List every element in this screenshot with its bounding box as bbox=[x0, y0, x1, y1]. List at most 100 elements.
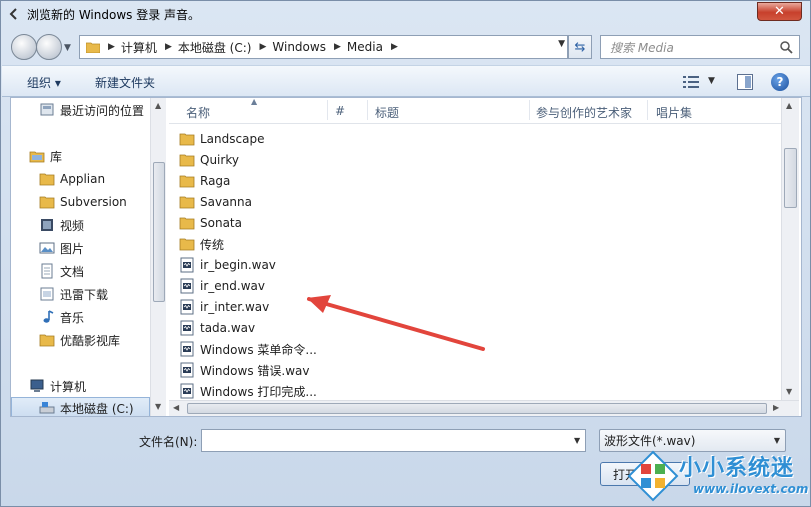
file-list-item[interactable]: Sonata bbox=[179, 213, 242, 233]
file-list-item[interactable]: Quirky bbox=[179, 150, 239, 170]
file-list-item[interactable]: Savanna bbox=[179, 192, 252, 212]
sidebar-item-computer[interactable]: 计算机 bbox=[29, 375, 86, 397]
sidebar-item-thunder-downloads[interactable]: 迅雷下载 bbox=[39, 283, 108, 305]
sidebar-item-label: 视频 bbox=[60, 218, 85, 233]
file-list-item[interactable]: Raga bbox=[179, 171, 230, 191]
preview-pane-icon[interactable] bbox=[737, 74, 753, 90]
sidebar-item-label: 图片 bbox=[60, 241, 85, 256]
file-list-item[interactable]: ir_inter.wav bbox=[179, 297, 269, 317]
close-button[interactable]: ✕ bbox=[757, 2, 802, 21]
download-icon bbox=[40, 287, 54, 301]
column-header-title[interactable]: 标题 bbox=[375, 104, 399, 121]
organize-menu-button[interactable]: 组织 ▾ bbox=[27, 74, 61, 91]
folder-icon bbox=[39, 334, 55, 347]
breadcrumb-separator-icon[interactable]: ▶ bbox=[108, 42, 115, 52]
help-icon[interactable]: ? bbox=[771, 73, 789, 91]
file-name: Windows 菜单命令... bbox=[200, 342, 317, 357]
sidebar-item-documents[interactable]: 文档 bbox=[39, 260, 84, 282]
breadcrumb-computer[interactable]: 计算机 bbox=[121, 39, 157, 56]
breadcrumb-separator-icon[interactable]: ▶ bbox=[165, 42, 172, 52]
file-name: ir_begin.wav bbox=[200, 258, 276, 272]
sidebar-item-applian[interactable]: Applian bbox=[39, 168, 105, 190]
navigation-pane-scrollbar[interactable]: ▲ ▼ bbox=[150, 98, 166, 416]
audio-file-icon bbox=[180, 341, 194, 357]
new-folder-button[interactable]: 新建文件夹 bbox=[95, 74, 155, 91]
column-divider[interactable] bbox=[367, 100, 368, 120]
column-header-artist[interactable]: 参与创作的艺术家 bbox=[536, 104, 632, 121]
search-input[interactable]: 搜索 Media bbox=[600, 35, 800, 59]
audio-file-icon bbox=[180, 299, 194, 315]
breadcrumb-windows[interactable]: Windows bbox=[272, 40, 326, 54]
scrollbar-thumb[interactable] bbox=[187, 403, 767, 414]
scroll-down-icon[interactable]: ▼ bbox=[786, 387, 792, 396]
back-button[interactable] bbox=[11, 34, 37, 60]
filename-input[interactable] bbox=[201, 429, 586, 452]
browser-content: 最近访问的位置 库 Applian Subversion 视频 图片 文档 迅雷… bbox=[10, 97, 802, 417]
column-header-number[interactable]: # bbox=[335, 104, 345, 118]
breadcrumb-local-disk[interactable]: 本地磁盘 (C:) bbox=[178, 39, 252, 56]
file-name: Savanna bbox=[200, 195, 252, 209]
sidebar-item-pictures[interactable]: 图片 bbox=[39, 237, 84, 259]
file-list-vertical-scrollbar[interactable]: ▲ ▼ bbox=[781, 98, 799, 400]
sidebar-item-library[interactable]: 库 bbox=[29, 145, 62, 167]
audio-file-icon bbox=[180, 278, 194, 294]
scrollbar-thumb[interactable] bbox=[784, 148, 797, 208]
scroll-up-icon[interactable]: ▲ bbox=[786, 101, 792, 110]
breadcrumb-separator-icon[interactable]: ▶ bbox=[334, 42, 341, 52]
search-icon[interactable] bbox=[779, 40, 793, 54]
view-dropdown-icon[interactable]: ▼ bbox=[708, 76, 715, 86]
column-divider[interactable] bbox=[529, 100, 530, 120]
music-icon bbox=[43, 310, 54, 323]
recent-pages-dropdown-icon[interactable]: ▼ bbox=[64, 43, 71, 53]
view-options-icon[interactable] bbox=[683, 75, 699, 89]
breadcrumb-media[interactable]: Media bbox=[347, 40, 383, 54]
file-list-horizontal-scrollbar[interactable]: ◀ ▶ bbox=[169, 400, 799, 416]
refresh-icon: ⇆ bbox=[574, 39, 586, 55]
scroll-down-icon[interactable]: ▼ bbox=[155, 402, 161, 411]
sidebar-item-subversion[interactable]: Subversion bbox=[39, 191, 127, 213]
sidebar-item-label: 迅雷下载 bbox=[60, 287, 109, 302]
breadcrumb-separator-icon[interactable]: ▶ bbox=[391, 42, 398, 52]
file-list-item[interactable]: ir_begin.wav bbox=[179, 255, 276, 275]
scroll-left-icon[interactable]: ◀ bbox=[173, 403, 179, 412]
audio-file-icon bbox=[180, 257, 194, 273]
file-list-item[interactable]: Windows 错误.wav bbox=[179, 360, 309, 380]
sidebar-item-recent-places[interactable]: 最近访问的位置 bbox=[39, 99, 144, 121]
file-list-item[interactable]: 传统 bbox=[179, 234, 224, 254]
file-list-item[interactable]: tada.wav bbox=[179, 318, 255, 338]
sidebar-item-label: 优酷影视库 bbox=[60, 333, 121, 348]
file-name: tada.wav bbox=[200, 321, 256, 335]
file-name: Windows 打印完成... bbox=[200, 384, 317, 399]
folder-icon bbox=[39, 173, 55, 186]
forward-button[interactable] bbox=[36, 34, 62, 60]
column-divider[interactable] bbox=[327, 100, 328, 120]
sidebar-item-youku-library[interactable]: 优酷影视库 bbox=[39, 329, 120, 351]
refresh-button[interactable]: ⇆ bbox=[568, 35, 592, 59]
title-bar: 浏览新的 Windows 登录 声音。 ✕ bbox=[1, 1, 810, 27]
scroll-right-icon[interactable]: ▶ bbox=[773, 403, 779, 412]
chevron-down-icon[interactable]: ▼ bbox=[774, 436, 780, 445]
file-list-item[interactable]: Windows 打印完成... bbox=[179, 381, 317, 401]
column-divider[interactable] bbox=[647, 100, 648, 120]
sidebar-item-local-disk[interactable]: 本地磁盘 (C:) bbox=[11, 397, 150, 416]
library-icon bbox=[29, 151, 45, 163]
breadcrumb-separator-icon[interactable]: ▶ bbox=[259, 42, 266, 52]
scroll-up-icon[interactable]: ▲ bbox=[155, 101, 161, 110]
address-dropdown-icon[interactable]: ▼ bbox=[558, 39, 565, 49]
scrollbar-thumb[interactable] bbox=[153, 162, 165, 302]
column-header-album[interactable]: 唱片集 bbox=[656, 104, 692, 121]
watermark-url: www.ilovext.com bbox=[693, 482, 809, 496]
sidebar-item-label: 文档 bbox=[60, 264, 85, 279]
folder-icon bbox=[179, 217, 195, 230]
recent-places-icon bbox=[40, 103, 54, 116]
sidebar-item-music[interactable]: 音乐 bbox=[39, 306, 84, 328]
sort-ascending-icon: ▲ bbox=[251, 97, 258, 106]
address-bar[interactable]: ▶ 计算机 ▶ 本地磁盘 (C:) ▶ Windows ▶ Media ▶ ▼ bbox=[79, 35, 568, 59]
file-list-item[interactable]: ir_end.wav bbox=[179, 276, 265, 296]
audio-file-icon bbox=[180, 320, 194, 336]
file-list-item[interactable]: Landscape bbox=[179, 129, 264, 149]
file-list-item[interactable]: Windows 菜单命令... bbox=[179, 339, 317, 359]
filename-label: 文件名(N): bbox=[139, 435, 198, 449]
sidebar-item-videos[interactable]: 视频 bbox=[39, 214, 84, 236]
column-header-name[interactable]: 名称 bbox=[186, 104, 210, 121]
